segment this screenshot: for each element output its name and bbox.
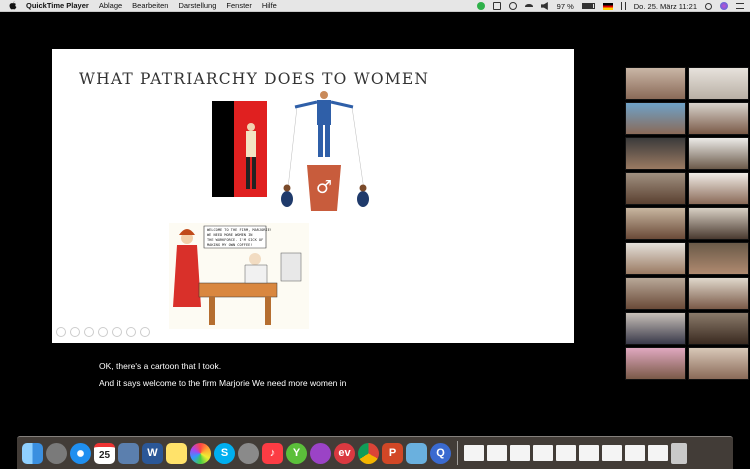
subtitles: OK, there's a cartoon that I took. And i… <box>99 358 346 392</box>
subtitle-line-1: OK, there's a cartoon that I took. <box>99 361 222 371</box>
participant-tile[interactable] <box>625 102 686 135</box>
participant-tile[interactable] <box>688 172 749 205</box>
macho-letter: M <box>217 102 231 119</box>
slide-title: WHAT PATRIARCHY DOES TO WOMEN <box>79 70 430 88</box>
pen-icon[interactable] <box>84 327 94 337</box>
next-slide-icon[interactable] <box>70 327 80 337</box>
battery-icon[interactable] <box>581 3 595 9</box>
participant-video-grid <box>625 67 750 385</box>
participant-tile[interactable] <box>625 172 686 205</box>
participant-tile[interactable] <box>688 137 749 170</box>
macho-letter: H <box>218 154 230 172</box>
puppet-master-illustration: ♂ <box>281 91 369 211</box>
notification-center-icon[interactable] <box>736 3 744 9</box>
search-icon[interactable] <box>705 2 712 10</box>
menu-bar: QuickTime Player Ablage Bearbeiten Darst… <box>0 0 750 12</box>
dock-document-thumbnail[interactable] <box>648 445 668 461</box>
participant-tile[interactable] <box>625 312 686 345</box>
dock-separator <box>457 441 458 465</box>
presentation-slide: WHAT PATRIARCHY DOES TO WOMEN M A C H O … <box>52 49 574 343</box>
macho-letter: A <box>218 119 230 137</box>
music-icon[interactable]: ♪ <box>262 442 283 464</box>
macho-letter: C <box>218 137 230 154</box>
macho-man-figure <box>246 123 256 189</box>
check-circle-icon[interactable] <box>476 2 485 10</box>
participant-tile[interactable] <box>625 347 686 380</box>
zoom-icon[interactable] <box>112 327 122 337</box>
svg-text:♂: ♂ <box>316 177 332 198</box>
notes-icon[interactable] <box>166 442 187 464</box>
yes-icon[interactable]: Y <box>286 442 307 464</box>
siri-icon[interactable] <box>720 2 728 10</box>
svg-text:WELCOME TO THE FIRM, MARJORIE!: WELCOME TO THE FIRM, MARJORIE! <box>207 228 272 232</box>
status-area: 97 % Do. 25. März 11:21 <box>476 0 744 12</box>
participant-tile[interactable] <box>688 102 749 135</box>
participant-tile[interactable] <box>625 207 686 240</box>
participant-tile[interactable] <box>688 347 749 380</box>
participant-tile[interactable] <box>625 137 686 170</box>
volume-icon[interactable] <box>540 2 548 10</box>
subtitle-line-2: And it says welcome to the firm Marjorie… <box>99 378 347 388</box>
chrome-icon[interactable] <box>358 442 379 464</box>
podcast-icon[interactable] <box>310 442 331 464</box>
dock: 25 W S ♪ Y ev P Q <box>17 436 733 469</box>
menu-darstellung[interactable]: Darstellung <box>178 1 216 10</box>
participant-tile[interactable] <box>625 242 686 275</box>
macho-letters: M A C H O <box>216 102 232 190</box>
participant-tile[interactable] <box>688 242 749 275</box>
launchpad-icon[interactable] <box>46 442 67 464</box>
dock-document-thumbnail[interactable] <box>464 445 484 461</box>
apple-menu-icon[interactable] <box>8 1 18 10</box>
menu-clock[interactable]: Do. 25. März 11:21 <box>634 2 697 11</box>
dock-document-thumbnail[interactable] <box>533 445 553 461</box>
photos-icon[interactable] <box>190 442 211 464</box>
svg-text:WE NEED MORE WOMEN IN: WE NEED MORE WOMEN IN <box>207 233 252 237</box>
safari-icon[interactable] <box>70 442 91 464</box>
participant-tile[interactable] <box>688 67 749 100</box>
dock-document-thumbnail[interactable] <box>625 445 645 461</box>
dock-document-thumbnail[interactable] <box>487 445 507 461</box>
preview-icon[interactable] <box>118 442 139 464</box>
workplace-cartoon: WELCOME TO THE FIRM, MARJORIE! WE NEED M… <box>169 223 309 329</box>
grid-icon[interactable] <box>126 327 136 337</box>
participant-tile[interactable] <box>688 312 749 345</box>
participant-tile[interactable] <box>625 277 686 310</box>
macho-poster: M A C H O <box>212 101 267 197</box>
dock-document-thumbnail[interactable] <box>579 445 599 461</box>
expressvpn-icon[interactable]: ev <box>334 442 355 464</box>
previous-slide-icon[interactable] <box>56 327 66 337</box>
participant-tile[interactable] <box>625 67 686 100</box>
svg-text:THE WORKFORCE. I'M SICK OF: THE WORKFORCE. I'M SICK OF <box>207 238 263 242</box>
wifi-icon[interactable] <box>524 3 533 9</box>
dock-document-thumbnail[interactable] <box>556 445 576 461</box>
word-icon[interactable]: W <box>142 442 163 464</box>
menu-hilfe[interactable]: Hilfe <box>262 1 277 10</box>
powerpoint-icon[interactable]: P <box>382 442 403 464</box>
participant-tile[interactable] <box>688 277 749 310</box>
german-flag-icon[interactable] <box>602 2 613 10</box>
menu-app-name[interactable]: QuickTime Player <box>26 1 89 10</box>
trash-icon[interactable] <box>671 442 687 464</box>
image-capture-icon[interactable] <box>406 442 427 464</box>
slide-toolbar <box>56 327 150 337</box>
macho-letter: O <box>218 172 230 189</box>
quicktime-icon[interactable]: Q <box>430 442 451 464</box>
screen-record-icon[interactable] <box>492 2 501 10</box>
skype-icon[interactable]: S <box>214 442 235 464</box>
dock-document-thumbnail[interactable] <box>602 445 622 461</box>
vpn-icon[interactable] <box>508 2 517 10</box>
settings-icon[interactable] <box>238 442 259 464</box>
bluetooth-icon[interactable] <box>620 2 626 10</box>
pointer-icon[interactable] <box>98 327 108 337</box>
svg-text:MAKING MY OWN COFFEE!: MAKING MY OWN COFFEE! <box>207 243 252 247</box>
dock-document-thumbnail[interactable] <box>510 445 530 461</box>
menu-fenster[interactable]: Fenster <box>226 1 251 10</box>
menu-ablage[interactable]: Ablage <box>99 1 122 10</box>
calendar-icon[interactable]: 25 <box>94 442 115 464</box>
participant-tile[interactable] <box>688 207 749 240</box>
finder-icon[interactable] <box>22 442 43 464</box>
battery-percent[interactable]: 97 % <box>557 2 574 11</box>
menu-bearbeiten[interactable]: Bearbeiten <box>132 1 168 10</box>
more-options-icon[interactable] <box>140 327 150 337</box>
